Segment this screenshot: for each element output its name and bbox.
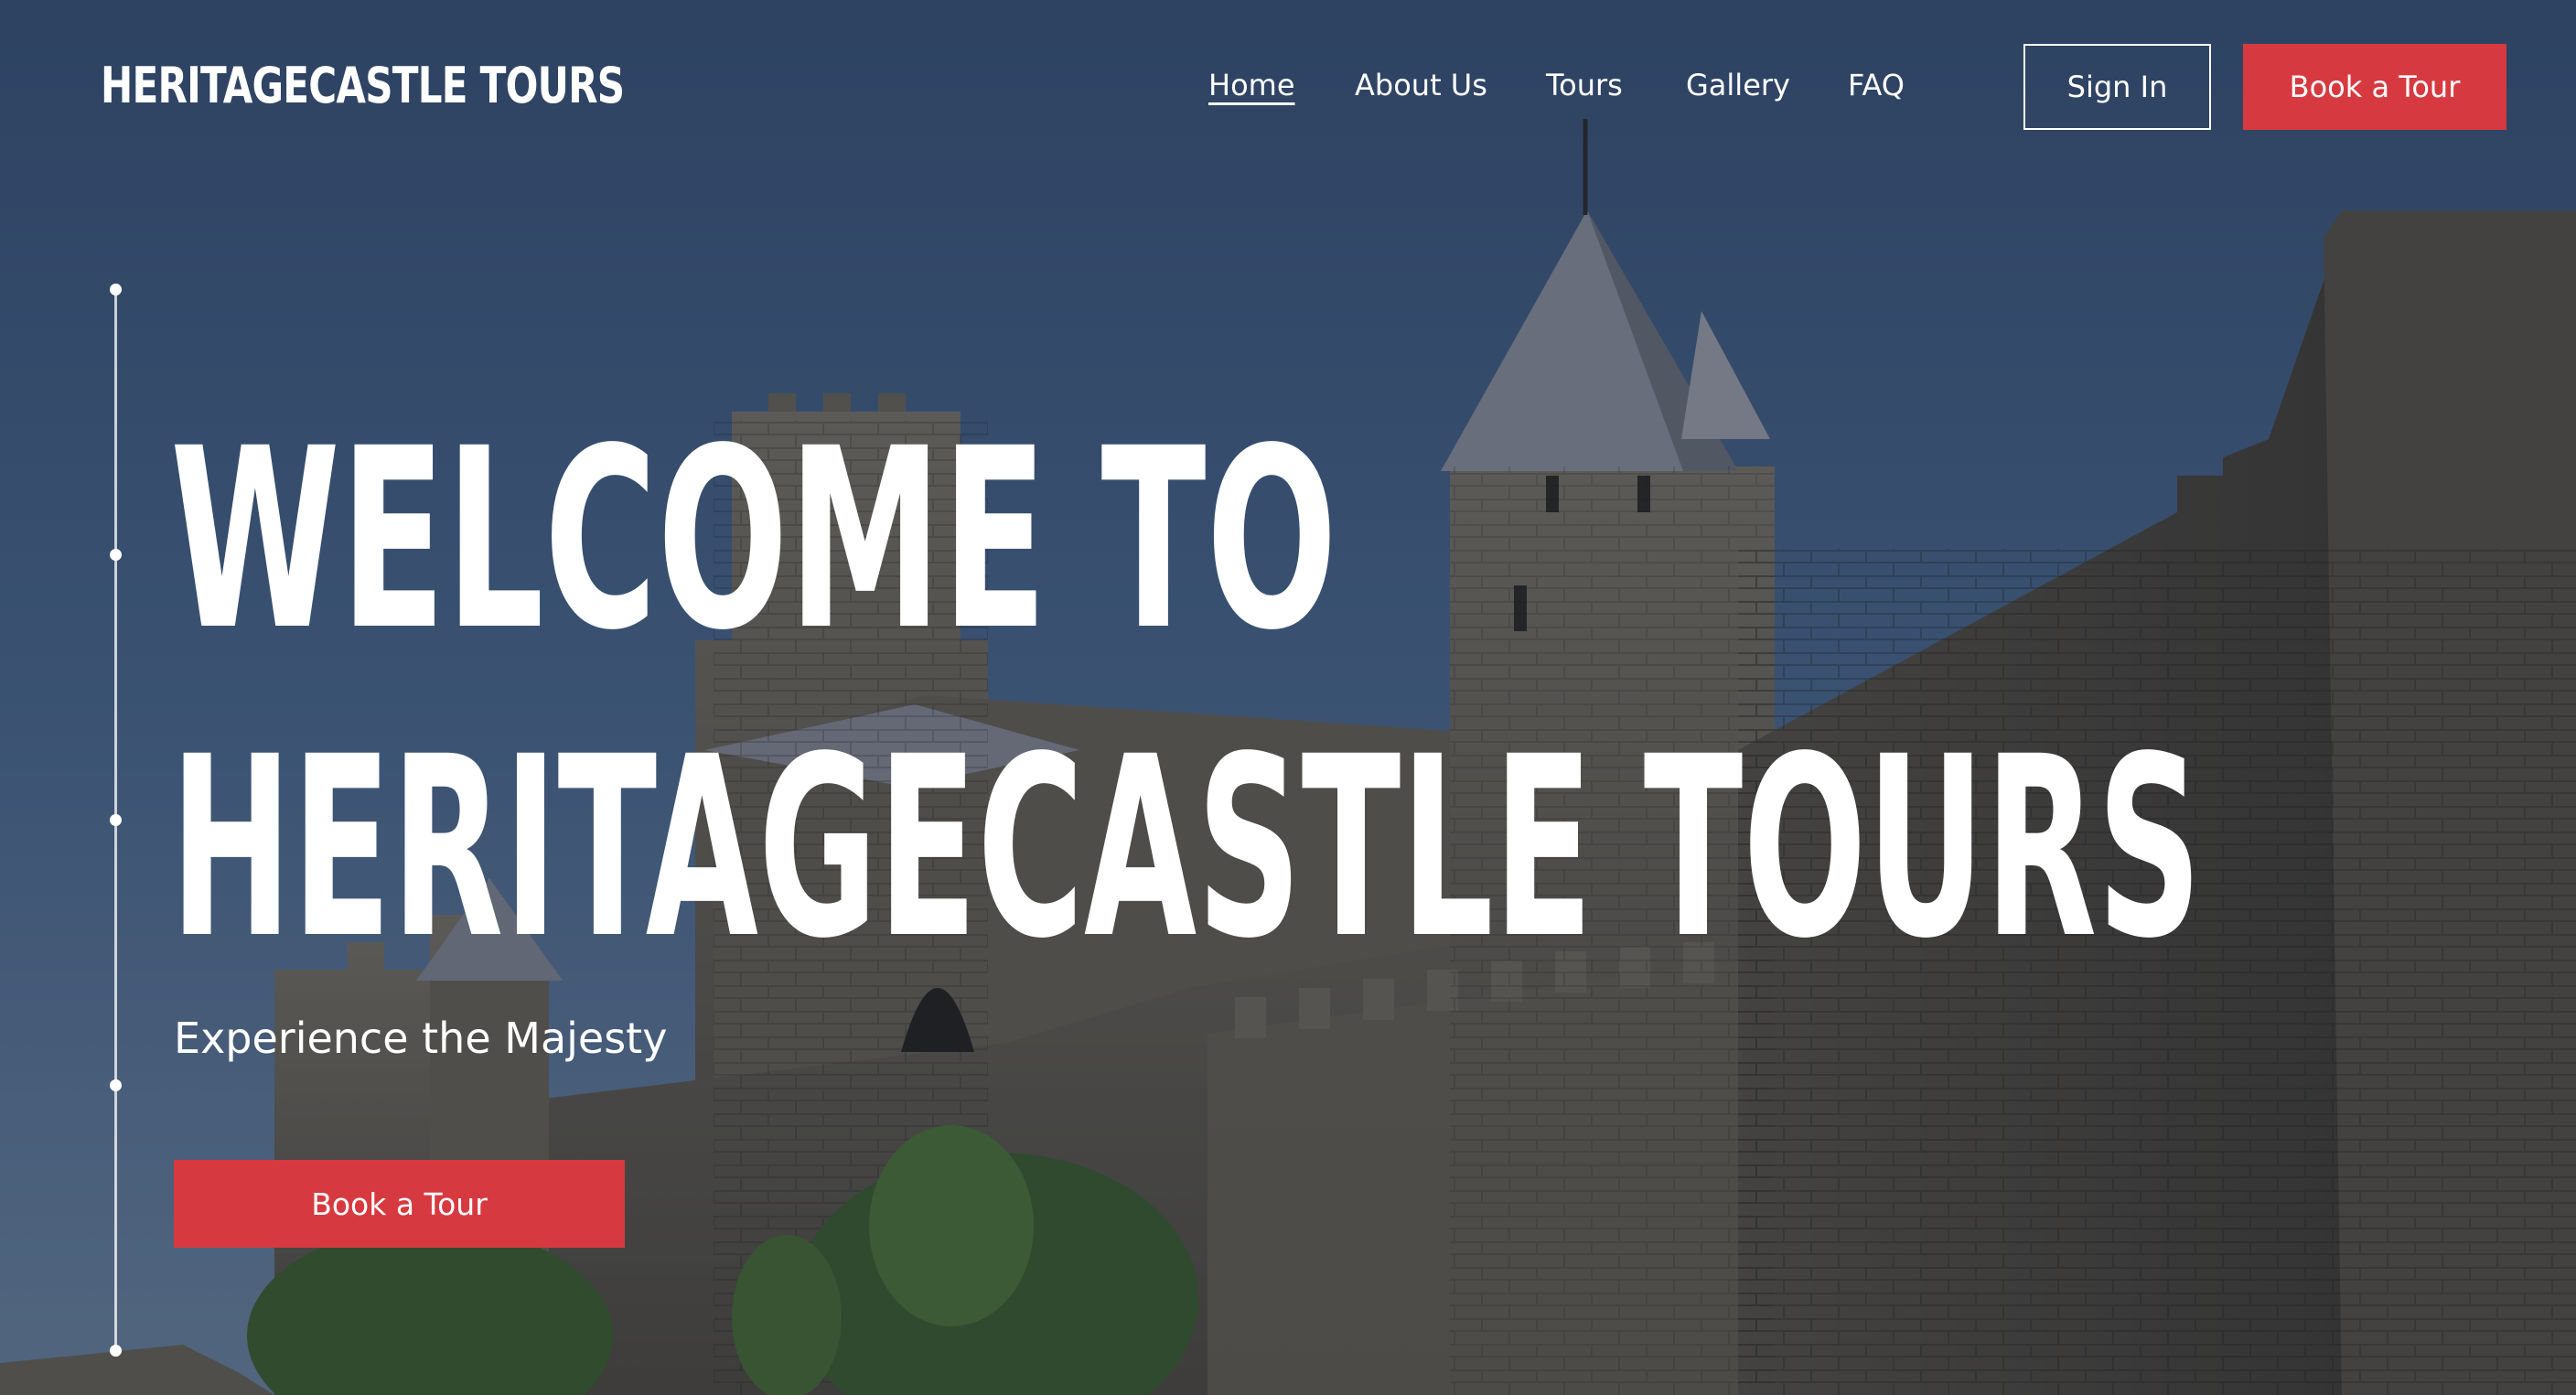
sign-in-button[interactable]: Sign In — [2023, 44, 2211, 130]
book-tour-nav-button[interactable]: Book a Tour — [2243, 44, 2506, 130]
book-tour-hero-button[interactable]: Book a Tour — [174, 1160, 625, 1248]
nav-link-about-us[interactable]: About Us — [1355, 68, 1487, 102]
nav-link-faq[interactable]: FAQ — [1848, 68, 1905, 102]
hero-subtitle: Experience the Majesty — [174, 1014, 668, 1063]
nav-link-home[interactable]: Home — [1208, 68, 1295, 102]
slider-dot-3[interactable] — [110, 814, 122, 826]
slider-dot-1[interactable] — [110, 284, 122, 295]
slider-dot-4[interactable] — [110, 1079, 122, 1091]
hero-headline-line1: WELCOME TO — [170, 396, 1337, 685]
slider-dot-5[interactable] — [110, 1345, 122, 1357]
hero-section: HERITAGECASTLE TOURS Home About Us Tours… — [0, 0, 2576, 1395]
slider-dot-2[interactable] — [110, 549, 122, 561]
site-logo[interactable]: HERITAGECASTLE TOURS — [101, 57, 625, 114]
nav-link-gallery[interactable]: Gallery — [1686, 68, 1790, 102]
hero-headline-line2: HERITAGECASTLE TOURS — [170, 704, 2202, 993]
nav-link-tours[interactable]: Tours — [1546, 68, 1623, 102]
